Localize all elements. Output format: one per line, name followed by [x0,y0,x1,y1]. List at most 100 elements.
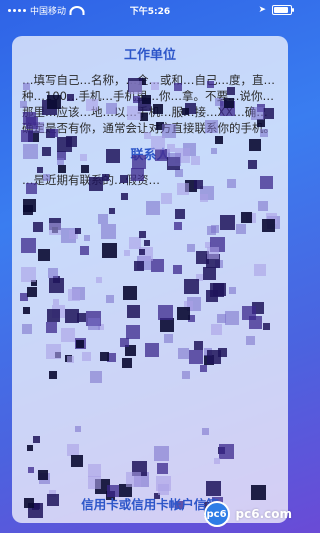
mosaic-block [126,325,140,339]
mosaic-block [27,445,33,451]
mosaic-block [145,343,159,357]
mosaic-block [65,309,79,323]
mosaic-block [65,355,72,362]
mosaic-block [236,224,246,234]
mosaic-block [75,228,81,234]
mosaic-block [229,287,236,294]
mosaic-block [27,287,37,297]
mosaic-block [127,305,140,318]
mosaic-block [52,305,65,318]
mosaic-block [144,240,150,246]
mosaic-block [23,199,36,212]
mosaic-block [21,238,36,253]
mosaic-block [196,251,209,264]
mosaic-block [109,208,115,214]
mosaic-block [218,348,227,357]
carrier-label: 中国移动 [30,6,67,17]
mosaic-block [120,338,129,347]
mosaic-block [49,371,57,379]
mosaic-block [207,226,216,235]
mosaic-block [213,283,226,296]
status-left: 中国移动 [8,4,118,17]
mosaic-block [177,307,190,320]
mosaic-block [182,371,190,379]
mosaic-block [175,209,185,219]
mosaic-block [249,316,262,329]
mosaic-block [158,305,173,320]
mosaic-block [215,136,223,144]
mosaic-block [202,428,209,435]
location-icon: ➤ [258,5,266,15]
mosaic-block [72,287,85,300]
mosaic-block [139,231,146,238]
mosaic-block [200,194,208,202]
mosaic-block [23,205,33,215]
mosaic-block [204,355,214,365]
mosaic-block [69,230,78,239]
mosaic-block [52,227,58,233]
mosaic-block [173,265,182,274]
mosaic-block [267,216,280,229]
mosaic-block [205,242,211,248]
mosaic-block [184,279,199,294]
time-label: 下午5:26 [129,6,171,17]
mosaic-block [98,324,104,330]
mosaic-block [49,218,61,230]
watermark-badge: pc6 [203,501,230,527]
mosaic-block [124,250,130,256]
mosaic-block [20,293,28,301]
mosaic-block [126,472,141,487]
mosaic-block [122,358,132,368]
mosaic-block [22,324,32,334]
info-card: 工作单位 …填写自己…名称，…企…或和…自己…度，直…种…100…手机…手机里…… [12,36,288,523]
section-title-contact: 联系人 [130,148,170,163]
mosaic-block [196,274,203,281]
mosaic-block [68,289,80,301]
mosaic-block [220,215,235,230]
mosaic-block [95,479,110,494]
mosaic-block [194,341,203,350]
watermark: pc6 pc6.com [203,501,292,527]
signal-icon [8,8,26,12]
mosaic-block [39,473,50,484]
section-title-work: 工作单位 [123,48,176,63]
mosaic-block [67,356,74,363]
mosaic-block [38,470,48,480]
mosaic-block [90,371,102,383]
mosaic-block [46,322,57,333]
mosaic-block [134,472,149,487]
mosaic-block [137,256,151,270]
mosaic-block [88,464,101,477]
status-right: ➤ [182,5,294,15]
mosaic-block [206,254,220,268]
mosaic-block [53,299,59,305]
mosaic-block [88,476,101,489]
mosaic-block [207,350,221,364]
mosaic-block [102,243,117,258]
work-paragraph: …填写自己…名称，…企…或和…自己…度，直…种…100…手机…手机里…你…拿。不… [22,73,275,135]
mosaic-block [254,264,266,276]
mosaic-block [49,223,61,235]
mosaic-block [189,350,203,364]
mosaic-block [156,476,171,491]
mosaic-block [106,295,114,303]
mosaic-block [207,247,219,259]
mosaic-block [77,313,86,322]
mosaic-block [82,352,91,361]
mosaic-block [211,225,219,233]
watermark-text: pc6.com [235,507,292,521]
mosaic-block [75,338,86,349]
mosaic-block [121,193,128,200]
contact-paragraph: …是近期有联系的…假资… [22,173,160,187]
mosaic-block [47,309,60,322]
mosaic-block [107,353,116,362]
mosaic-block [242,306,256,320]
mosaic-block [88,318,100,330]
mosaic-block [123,286,137,300]
mosaic-block [80,246,89,255]
mosaic-block [184,301,193,310]
mosaic-block [21,267,36,282]
mosaic-block [206,290,218,302]
mosaic-block [217,314,226,323]
mosaic-block [204,348,212,356]
